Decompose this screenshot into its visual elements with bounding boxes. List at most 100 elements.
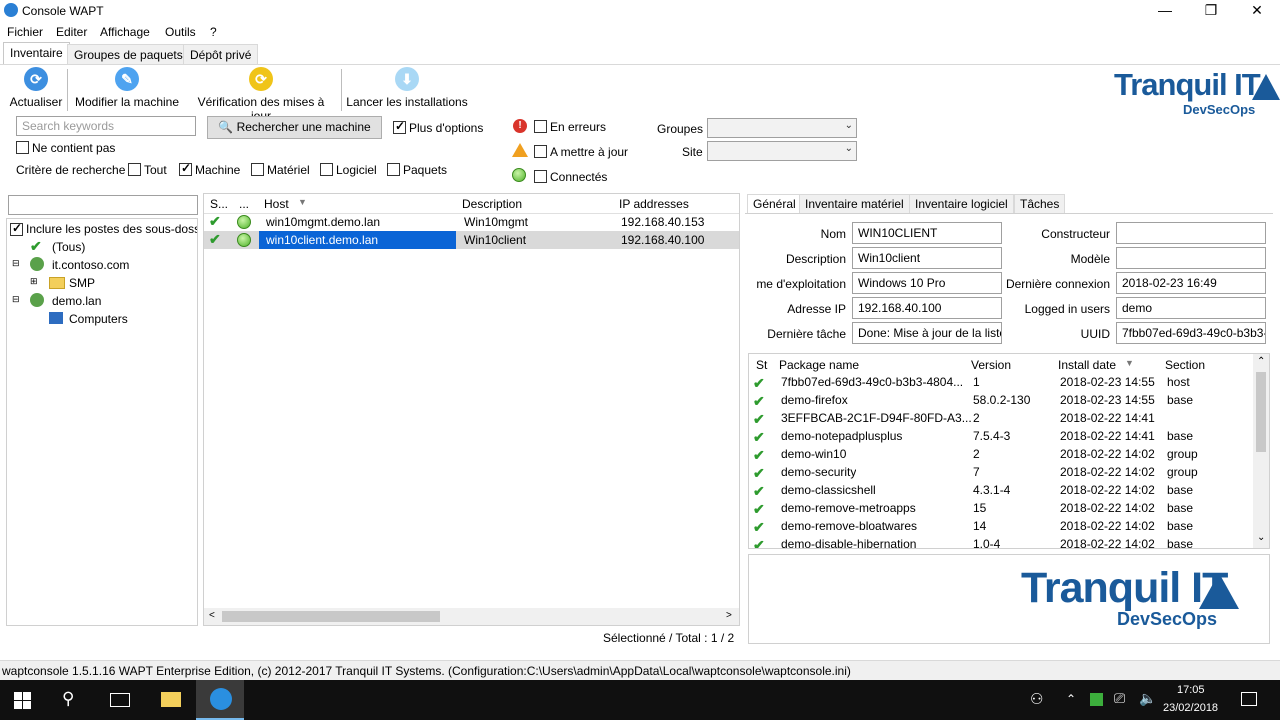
criteria-paquets-checkbox[interactable] — [387, 163, 400, 176]
col-package-name[interactable]: Package name — [779, 358, 859, 372]
nom-field[interactable]: WIN10CLIENT — [852, 222, 1002, 244]
file-explorer-icon[interactable] — [161, 692, 181, 707]
col-connection[interactable]: ... — [239, 197, 249, 211]
uuid-field[interactable]: 7fbb07ed-69d3-49c0-b3b3- — [1116, 322, 1266, 344]
site-select[interactable]: ⌄ — [707, 141, 857, 161]
last-connection-field[interactable]: 2018-02-23 16:49 — [1116, 272, 1266, 294]
network-icon[interactable]: ⎚ — [1114, 690, 1125, 707]
tab-tasks[interactable]: Tâches — [1014, 194, 1066, 214]
expand-icon[interactable]: ⊞ — [30, 276, 38, 287]
check-updates-button[interactable]: ⟳ Vérification des mises à jour — [186, 67, 336, 123]
tree-item-demo-lan[interactable]: demo.lan — [52, 294, 101, 308]
minimize-button[interactable]: — — [1142, 0, 1188, 22]
to-update-checkbox[interactable] — [534, 145, 547, 158]
volume-icon[interactable]: 🔈 — [1139, 690, 1156, 707]
constructor-field[interactable] — [1116, 222, 1266, 244]
model-field[interactable] — [1116, 247, 1266, 269]
ip-field[interactable]: 192.168.40.100 — [852, 297, 1002, 319]
collapse-icon[interactable]: ⊟ — [12, 258, 20, 269]
chevron-up-icon[interactable]: ⌃ — [1066, 692, 1076, 706]
more-options-checkbox[interactable] — [393, 119, 406, 134]
col-pkg-status[interactable]: St — [756, 358, 767, 372]
groups-select[interactable]: ⌄ — [707, 118, 857, 138]
menu-editer[interactable]: Editer — [56, 25, 87, 39]
scroll-left-icon[interactable]: < — [209, 610, 215, 621]
package-row[interactable]: ✔ demo-disable-hibernation 1.0-4 2018-02-22… — [749, 536, 1251, 548]
close-button[interactable]: ✕ — [1234, 0, 1280, 22]
menu-outils[interactable]: Outils — [165, 25, 196, 39]
col-section[interactable]: Section — [1165, 358, 1205, 372]
package-row[interactable]: ✔ demo-notepadplusplus 7.5.4-3 2018-02-22 1… — [749, 428, 1251, 446]
restore-button[interactable]: ❐ — [1188, 0, 1234, 22]
include-subfolders-checkbox[interactable] — [10, 221, 23, 236]
menu-affichage[interactable]: Affichage — [100, 25, 150, 39]
table-row-selected[interactable]: ✔ win10client.demo.lan Win10client 192.1… — [204, 231, 739, 249]
criteria-logiciel-checkbox[interactable] — [320, 163, 333, 176]
connected-checkbox[interactable] — [534, 170, 547, 183]
criteria-machine-checkbox[interactable] — [179, 161, 192, 176]
scroll-thumb[interactable] — [1256, 372, 1266, 452]
col-description[interactable]: Description — [462, 197, 522, 211]
scroll-thumb[interactable] — [222, 611, 440, 622]
edit-machine-button[interactable]: ✎ Modifier la machine — [72, 67, 182, 109]
tree-item-smp[interactable]: SMP — [69, 276, 95, 290]
table-row[interactable]: ✔ win10mgmt.demo.lan Win10mgmt 192.168.4… — [204, 213, 739, 231]
tree-item-tous[interactable]: (Tous) — [52, 240, 85, 254]
notifications-icon[interactable] — [1241, 692, 1257, 706]
taskbar-date[interactable]: 23/02/2018 — [1163, 702, 1218, 714]
menu-fichier[interactable]: Fichier — [7, 25, 43, 39]
errors-checkbox[interactable] — [534, 120, 547, 133]
package-row[interactable]: ✔ demo-firefox 58.0.2-130 2018-02-23 14:55 b… — [749, 392, 1251, 410]
tab-groupes-paquets[interactable]: Groupes de paquets — [67, 44, 190, 64]
col-status[interactable]: S... — [210, 197, 228, 211]
collapse-icon[interactable]: ⊟ — [12, 294, 20, 305]
col-version[interactable]: Version — [971, 358, 1011, 372]
taskbar-time[interactable]: 17:05 — [1177, 684, 1205, 696]
description-field[interactable]: Win10client — [852, 247, 1002, 269]
search-machine-button[interactable]: 🔍 Rechercher une machine — [207, 116, 382, 139]
task-view-icon[interactable] — [110, 693, 130, 707]
packages-grid: St Package name Version Install date ▼ S… — [748, 353, 1270, 549]
package-row[interactable]: ✔ demo-classicshell 4.3.1-4 2018-02-22 14:0… — [749, 482, 1251, 500]
waptconsole-taskbar-button[interactable] — [196, 680, 244, 720]
sort-desc-icon: ▼ — [298, 197, 307, 207]
defender-icon[interactable] — [1090, 693, 1103, 706]
package-row[interactable]: ✔ demo-security 7 2018-02-22 14:02 group — [749, 464, 1251, 482]
tab-depot-prive[interactable]: Dépôt privé — [183, 44, 259, 64]
tab-hardware-inventory[interactable]: Inventaire matériel — [799, 194, 910, 214]
scroll-up-icon[interactable]: ⌃ — [1257, 356, 1265, 367]
update-icon: ⟳ — [249, 67, 273, 91]
col-install-date[interactable]: Install date — [1058, 358, 1116, 372]
package-row[interactable]: ✔ demo-remove-metroapps 15 2018-02-22 14:02… — [749, 500, 1251, 518]
col-host[interactable]: Host — [264, 197, 289, 211]
package-row[interactable]: ✔ demo-win10 2 2018-02-22 14:02 group — [749, 446, 1251, 464]
search-input[interactable]: Search keywords — [16, 116, 196, 136]
menu-help[interactable]: ? — [210, 25, 217, 39]
refresh-button[interactable]: ⟳ Actualiser — [8, 67, 64, 109]
package-row[interactable]: ✔ demo-remove-bloatwares 14 2018-02-22 14:0… — [749, 518, 1251, 536]
criteria-materiel-checkbox[interactable] — [251, 163, 264, 176]
last-task-field[interactable]: Done: Mise à jour de la liste — [852, 322, 1002, 344]
logged-users-field[interactable]: demo — [1116, 297, 1266, 319]
criteria-tout-checkbox[interactable] — [128, 163, 141, 176]
scroll-down-icon[interactable]: ⌄ — [1257, 532, 1265, 543]
windows-start-icon[interactable] — [14, 692, 31, 709]
vertical-scrollbar[interactable]: ⌃ ⌄ — [1253, 354, 1269, 548]
package-row[interactable]: ✔ 7fbb07ed-69d3-49c0-b3b3-4804... 1 2018-02… — [749, 374, 1251, 392]
tab-general[interactable]: Général — [747, 194, 802, 214]
scroll-right-icon[interactable]: > — [726, 610, 732, 621]
criteria-logiciel-label: Logiciel — [336, 163, 377, 177]
launch-installs-button[interactable]: ⬇ Lancer les installations — [346, 67, 468, 109]
package-row[interactable]: ✔ 3EFFBCAB-2C1F-D94F-80FD-A3... 2 2018-02-2… — [749, 410, 1251, 428]
tree-item-computers[interactable]: Computers — [69, 312, 128, 326]
os-field[interactable]: Windows 10 Pro — [852, 272, 1002, 294]
tree-filter-input[interactable] — [8, 195, 198, 215]
horizontal-scrollbar[interactable]: < > — [204, 608, 739, 625]
col-ip[interactable]: IP addresses — [619, 197, 689, 211]
not-contains-checkbox[interactable] — [16, 141, 29, 154]
people-icon[interactable]: ⚇ — [1030, 690, 1043, 708]
tab-inventaire[interactable]: Inventaire — [3, 42, 70, 64]
search-icon[interactable]: ⚲ — [62, 689, 74, 709]
tree-item-contoso[interactable]: it.contoso.com — [52, 258, 129, 272]
tab-software-inventory[interactable]: Inventaire logiciel — [909, 194, 1014, 214]
